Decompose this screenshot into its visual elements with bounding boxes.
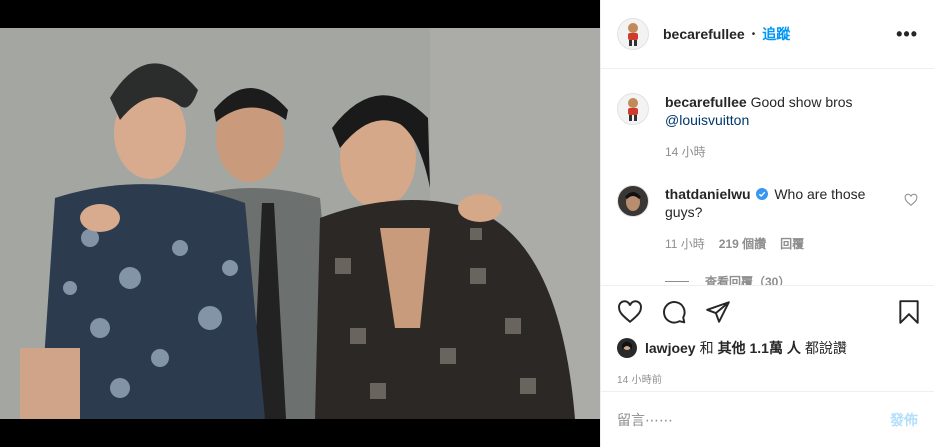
likes-and: 和 bbox=[699, 340, 714, 356]
comment-body: thatdanielwu Who are those guys? 11 小時 2… bbox=[665, 185, 904, 253]
author-username[interactable]: becarefullee bbox=[663, 26, 745, 42]
header-separator: • bbox=[751, 28, 756, 40]
caption-time[interactable]: 14 小時 bbox=[665, 143, 706, 161]
likes-others-count[interactable]: 其他 1.1萬 人 bbox=[718, 338, 801, 358]
caption-item: becarefullee Good show bros @louisvuitto… bbox=[617, 93, 918, 161]
commenter-avatar[interactable] bbox=[617, 185, 649, 217]
commenter-avatar-image bbox=[625, 192, 641, 211]
bookmark-icon[interactable] bbox=[896, 299, 922, 325]
instagram-post-view: becarefullee • 追蹤 ••• becarefullee Good … bbox=[0, 0, 934, 447]
liker-avatar-image bbox=[622, 341, 632, 350]
comment-input[interactable] bbox=[617, 411, 890, 428]
comment-icon[interactable] bbox=[661, 299, 687, 325]
author-avatar[interactable] bbox=[617, 18, 649, 50]
post-side-panel: becarefullee • 追蹤 ••• becarefullee Good … bbox=[600, 0, 934, 447]
caption-mention-link[interactable]: @louisvuitton bbox=[665, 112, 749, 128]
comment-item: thatdanielwu Who are those guys? 11 小時 2… bbox=[617, 185, 918, 253]
caption-text: Good show bros bbox=[750, 94, 853, 110]
liker-username[interactable]: lawjoey bbox=[645, 340, 696, 356]
photo-column bbox=[0, 0, 600, 447]
verified-icon bbox=[756, 188, 769, 200]
more-options-icon[interactable]: ••• bbox=[896, 24, 918, 45]
post-photo[interactable] bbox=[0, 28, 600, 419]
view-replies-label: 查看回覆（30） bbox=[705, 275, 791, 285]
caption-avatar[interactable] bbox=[617, 93, 649, 125]
author-avatar-image bbox=[628, 23, 638, 46]
commenter-username[interactable]: thatdanielwu bbox=[665, 186, 751, 202]
reply-button[interactable]: 回覆 bbox=[780, 235, 804, 253]
share-icon[interactable] bbox=[705, 299, 731, 325]
likes-summary: lawjoey 和 其他 1.1萬 人 都說讚 bbox=[601, 337, 934, 359]
comment-like-heart-icon[interactable] bbox=[904, 193, 918, 207]
add-comment-bar: 發佈 bbox=[601, 391, 934, 447]
comments-list[interactable]: becarefullee Good show bros @louisvuitto… bbox=[601, 69, 934, 285]
view-replies-button[interactable]: 查看回覆（30） bbox=[665, 273, 918, 285]
caption-meta: 14 小時 bbox=[665, 143, 918, 161]
post-header: becarefullee • 追蹤 ••• bbox=[601, 0, 934, 69]
follow-button[interactable]: 追蹤 bbox=[762, 24, 790, 44]
action-bar bbox=[601, 285, 934, 337]
caption-body: becarefullee Good show bros @louisvuitto… bbox=[665, 93, 918, 161]
liker-avatar[interactable] bbox=[617, 338, 637, 358]
caption-username[interactable]: becarefullee bbox=[665, 94, 747, 110]
post-comment-button[interactable]: 發佈 bbox=[890, 410, 918, 430]
heart-icon[interactable] bbox=[617, 299, 643, 325]
view-replies-line bbox=[665, 281, 689, 282]
caption-avatar-image bbox=[628, 98, 638, 121]
comment-meta: 11 小時 219 個讚 回覆 bbox=[665, 235, 904, 253]
comment-time[interactable]: 11 小時 bbox=[665, 235, 705, 253]
comment-likes-count[interactable]: 219 個讚 bbox=[719, 235, 766, 253]
likes-suffix: 都說讚 bbox=[804, 340, 847, 356]
post-timestamp[interactable]: 14 小時前 bbox=[601, 371, 934, 386]
photo-illustration bbox=[0, 28, 600, 419]
